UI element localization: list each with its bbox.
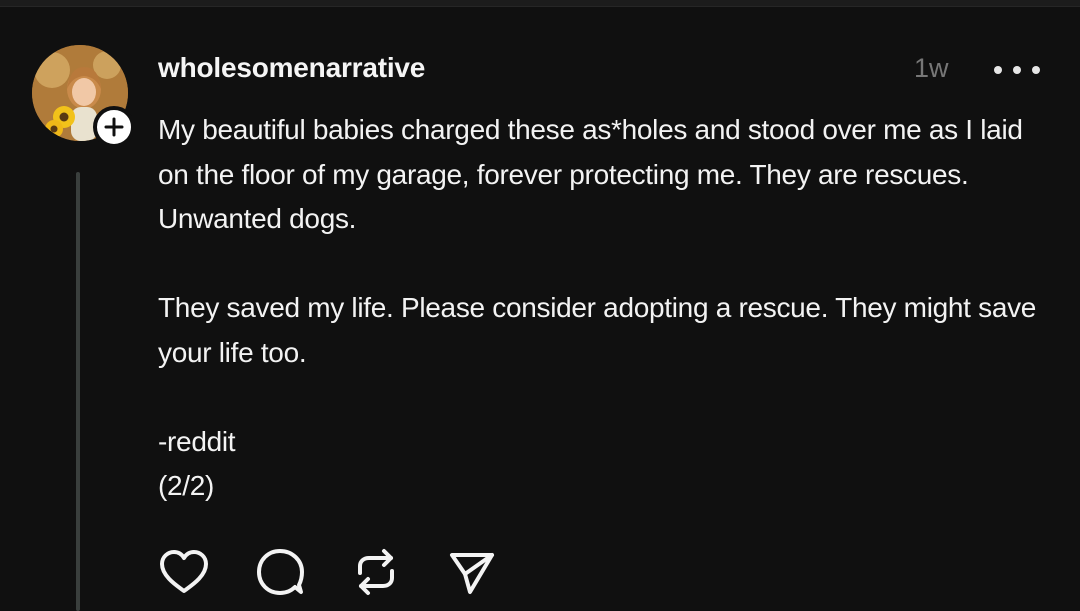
share-button[interactable]: [444, 544, 500, 600]
reply-button[interactable]: [252, 544, 308, 600]
follow-button[interactable]: [93, 106, 135, 148]
post-paragraph: -reddit: [158, 425, 236, 457]
repost-button[interactable]: [348, 544, 404, 600]
post-paragraph: (2/2): [158, 470, 215, 501]
post-paragraph: They saved my life. Please consider adop…: [158, 292, 1037, 368]
thread-line: [76, 172, 80, 611]
post-actions: [156, 544, 540, 600]
heart-icon: [160, 550, 208, 593]
post-paragraph: My beautiful babies charged these as*hol…: [158, 114, 1023, 234]
plus-icon: [104, 117, 124, 137]
like-button[interactable]: [156, 544, 212, 600]
post-timestamp: 1w: [914, 53, 949, 83]
post-username[interactable]: wholesomenarrative: [158, 52, 425, 84]
more-options-icon[interactable]: [994, 56, 1040, 84]
post-text: My beautiful babies charged these as*hol…: [158, 108, 1048, 509]
top-divider: [0, 0, 1080, 7]
comment-icon: [257, 549, 304, 595]
repost-icon: [358, 549, 394, 595]
send-icon: [450, 553, 494, 594]
